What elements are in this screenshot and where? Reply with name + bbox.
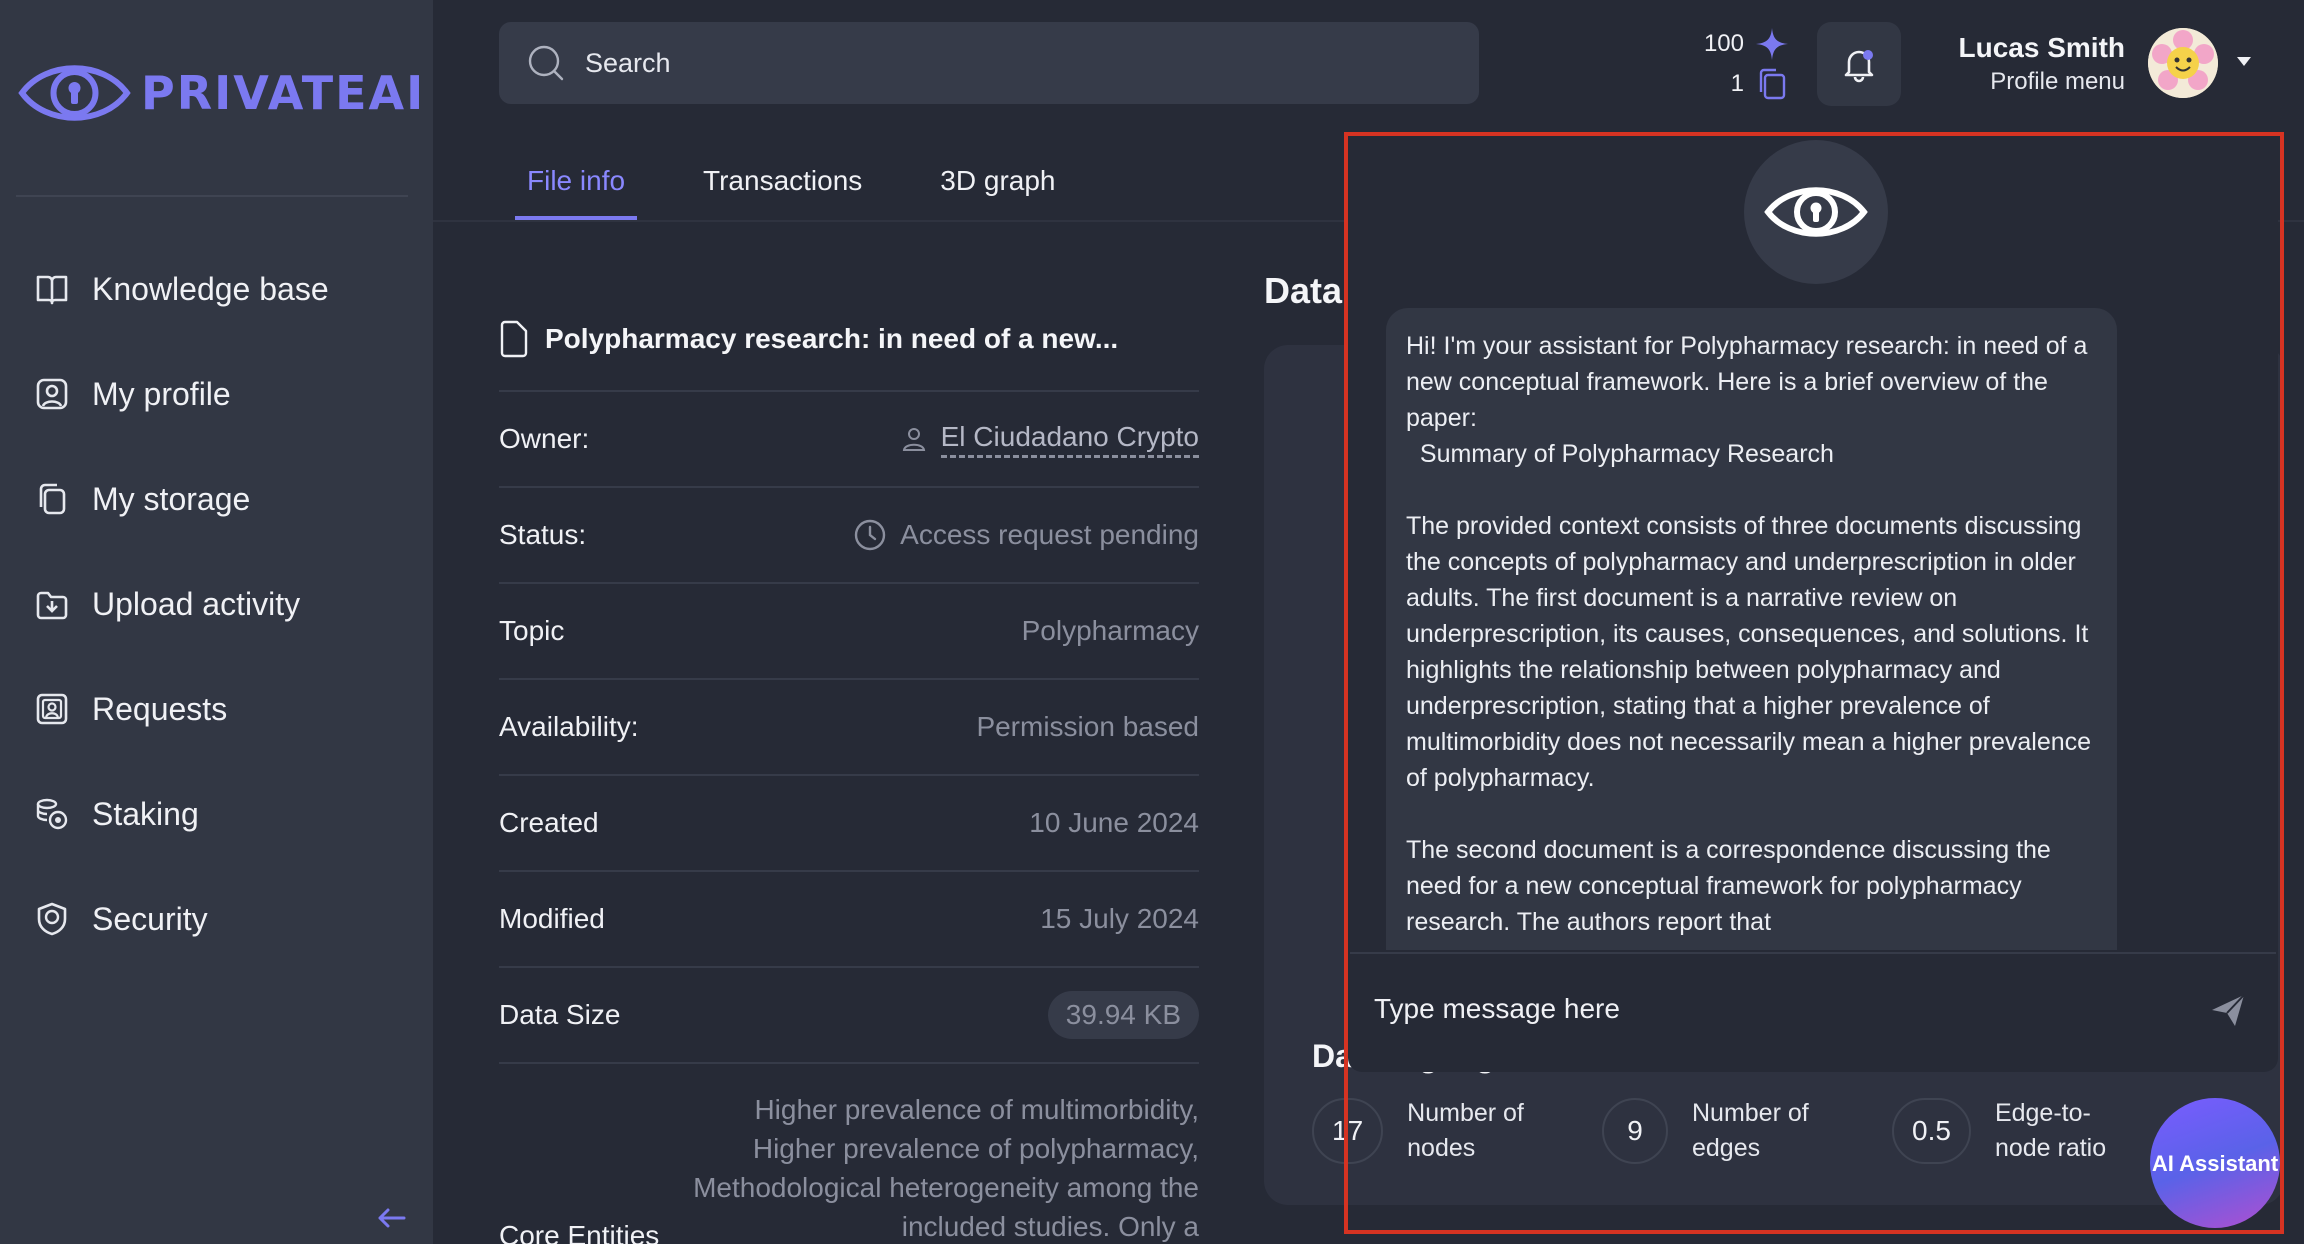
owner-value: El Ciudadano Crypto — [901, 421, 1199, 458]
file-title: Polypharmacy research: in need of a new.… — [499, 320, 1118, 358]
profile-menu[interactable]: Lucas Smith Profile menu — [1959, 32, 2125, 96]
availability-label: Availability: — [499, 711, 639, 742]
avatar[interactable] — [2148, 28, 2218, 98]
file-info-table: Owner: El Ciudadano Crypto Status: Acces… — [499, 390, 1199, 1244]
metric-value: 9 — [1602, 1098, 1668, 1164]
chevron-down-icon[interactable] — [2236, 56, 2252, 68]
docs-count: 1 — [1730, 70, 1744, 97]
assistant-logo — [1744, 140, 1888, 284]
data-section-title: Data — [1264, 270, 1343, 311]
availability-row: Availability: Permission based — [499, 678, 1199, 774]
search-bar[interactable] — [499, 22, 1479, 104]
send-icon[interactable] — [2208, 990, 2248, 1030]
status-text: Access request pending — [900, 519, 1199, 550]
sidebar-item-requests[interactable]: Requests — [34, 682, 227, 736]
sidebar: PRIVATEAI Knowledge base My profile My s… — [0, 0, 433, 1244]
download-folder-icon — [34, 586, 70, 622]
message-input[interactable] — [1374, 993, 2134, 1025]
file-icon — [500, 320, 528, 358]
metric-edges: 9 Number of edges — [1602, 1096, 1842, 1166]
metric-label: Number of nodes — [1407, 1099, 1524, 1162]
eye-lock-icon — [18, 65, 131, 121]
profile-menu-label: Profile menu — [1990, 68, 2125, 95]
sidebar-item-label: Upload activity — [92, 585, 301, 622]
sidebar-item-label: Security — [92, 900, 208, 937]
created-value: 10 June 2024 — [1029, 807, 1199, 838]
shield-icon — [34, 901, 70, 937]
assistant-message: Hi! I'm your assistant for Polypharmacy … — [1386, 308, 2117, 950]
sidebar-item-label: Requests — [92, 690, 228, 727]
notifications-button[interactable] — [1817, 22, 1901, 106]
topic-row: Topic Polypharmacy — [499, 582, 1199, 678]
sidebar-item-security[interactable]: Security — [34, 892, 208, 946]
tab-file-info[interactable]: File info — [515, 160, 638, 221]
core-entities-value: Higher prevalence of multimorbidity, Hig… — [693, 1094, 1199, 1242]
data-size-row: Data Size 39.94 KB — [499, 966, 1199, 1062]
created-row: Created 10 June 2024 — [499, 774, 1199, 870]
file-title-text: Polypharmacy research: in need of a new.… — [545, 323, 1119, 354]
brand-logo[interactable]: PRIVATEAI — [16, 58, 425, 128]
created-label: Created — [499, 807, 599, 838]
search-icon — [528, 45, 564, 81]
topic-value: Polypharmacy — [1021, 615, 1199, 646]
sidebar-item-upload-activity[interactable]: Upload activity — [34, 577, 300, 631]
documents-icon — [1759, 68, 1786, 100]
coins-icon — [34, 796, 70, 832]
metric-label: Edge-to-node ratio — [1994, 1099, 2107, 1162]
assistant-message-text: Hi! I'm your assistant for Polypharmacy … — [1406, 332, 2092, 936]
brand-name: PRIVATEAI — [141, 66, 426, 120]
user-card-icon — [34, 376, 70, 412]
sparks-count: 100 — [1703, 30, 1744, 57]
metric-value: 17 — [1312, 1098, 1384, 1164]
user-name: Lucas Smith — [1958, 32, 2125, 63]
tab-transactions[interactable]: Transactions — [691, 160, 874, 221]
sidebar-item-label: My profile — [92, 375, 231, 412]
owner-label: Owner: — [499, 423, 590, 454]
clock-icon — [854, 519, 886, 551]
sidebar-item-my-profile[interactable]: My profile — [34, 367, 231, 421]
sidebar-item-label: Knowledge base — [92, 270, 329, 307]
sidebar-item-knowledge-base[interactable]: Knowledge base — [34, 262, 329, 316]
sidebar-divider — [16, 195, 408, 197]
metric-ratio: 0.5 Edge-to-node ratio — [1892, 1096, 2145, 1166]
metric-label: Number of edges — [1692, 1099, 1809, 1162]
sidebar-item-staking[interactable]: Staking — [34, 787, 199, 841]
flower-avatar-icon — [2148, 28, 2218, 98]
sparks-credit[interactable]: 100 — [1690, 24, 1790, 64]
owner-row: Owner: El Ciudadano Crypto — [499, 390, 1199, 486]
topic-label: Topic — [499, 615, 565, 646]
tab-bar: File info Transactions 3D graph — [515, 160, 1121, 221]
modified-row: Modified 15 July 2024 — [499, 870, 1199, 966]
contact-card-icon — [34, 691, 70, 727]
copy-icon — [34, 481, 70, 517]
bell-icon — [1844, 50, 1874, 83]
data-size-label: Data Size — [499, 999, 621, 1030]
arrow-left-icon[interactable] — [374, 1200, 410, 1236]
sidebar-item-label: Staking — [92, 795, 199, 832]
core-entities-label: Core Entities — [499, 1220, 660, 1244]
availability-value: Permission based — [976, 711, 1199, 742]
sidebar-item-label: My storage — [92, 480, 251, 517]
credits-panel: 100 1 — [1690, 24, 1790, 104]
user-icon — [902, 428, 925, 451]
eye-lock-icon — [1764, 187, 1868, 237]
owner-link[interactable]: El Ciudadano Crypto — [940, 421, 1199, 458]
docs-credit[interactable]: 1 — [1690, 64, 1790, 104]
core-entities-row: Core Entities Higher prevalence of multi… — [499, 1062, 1199, 1244]
metric-value: 0.5 — [1892, 1098, 1971, 1164]
modified-value: 15 July 2024 — [1040, 903, 1199, 934]
status-value: Access request pending — [854, 519, 1199, 551]
modified-label: Modified — [499, 903, 605, 934]
book-icon — [34, 271, 70, 307]
search-input[interactable] — [585, 47, 1385, 79]
metric-nodes: 17 Number of nodes — [1312, 1096, 1557, 1166]
sparkle-icon — [1756, 28, 1788, 60]
status-row: Status: Access request pending — [499, 486, 1199, 582]
tab-3d-graph[interactable]: 3D graph — [928, 160, 1067, 221]
status-label: Status: — [499, 519, 587, 550]
data-size-badge: 39.94 KB — [1047, 991, 1199, 1039]
ai-assistant-button[interactable]: AI Assistant — [2150, 1098, 2280, 1228]
message-composer — [1350, 952, 2276, 1064]
sidebar-item-my-storage[interactable]: My storage — [34, 472, 250, 526]
